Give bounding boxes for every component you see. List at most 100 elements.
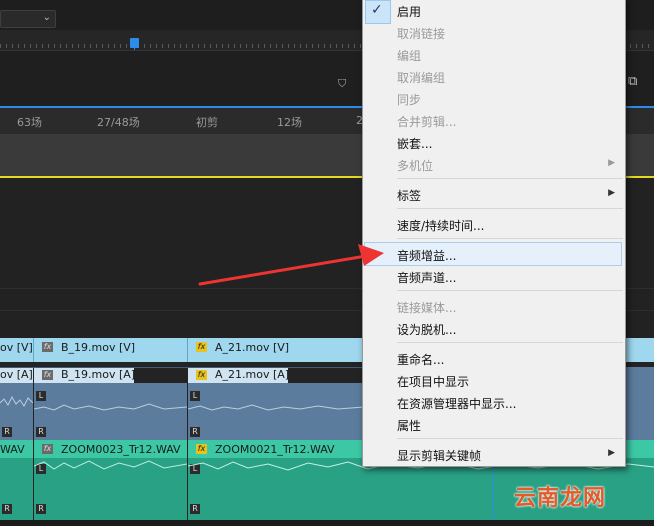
ruler-tick xyxy=(72,44,73,48)
ruler-tick xyxy=(60,44,61,48)
menu-item-make-offline[interactable]: 设为脱机... xyxy=(363,317,625,339)
menu-item-reveal-in-explorer[interactable]: 在资源管理器中显示... xyxy=(363,391,625,413)
ruler-tick xyxy=(186,44,187,48)
menu-item-label: 显示剪辑关键帧 xyxy=(397,449,482,463)
audio-clip[interactable]: L R xyxy=(34,383,187,440)
menu-item-multicam[interactable]: 多机位 ▶ xyxy=(363,153,625,175)
export-frame-icon[interactable]: ⧉ xyxy=(628,74,637,89)
wav-audio-clip[interactable]: fx ZOOM0023_Tr12.WAV L R xyxy=(34,440,187,520)
triangle-right-icon: ▶ xyxy=(608,188,615,198)
menu-item-nest[interactable]: 嵌套... xyxy=(363,131,625,153)
video-clip[interactable]: ov [V] xyxy=(0,338,34,362)
ruler-tick xyxy=(354,44,355,48)
menu-item-label-color[interactable]: 标签 ▶ xyxy=(363,183,625,205)
ruler-tick xyxy=(300,44,301,48)
video-clip[interactable]: fx B_19.mov [V] xyxy=(34,338,188,362)
triangle-right-icon: ▶ xyxy=(608,448,615,458)
ruler-tick xyxy=(336,44,337,48)
ruler-label: 63场 xyxy=(17,116,42,129)
ruler-tick xyxy=(642,44,643,48)
monitor-playhead[interactable] xyxy=(130,38,139,52)
ruler-tick xyxy=(144,44,145,48)
clip-label: ov [V] xyxy=(0,341,33,354)
channel-r-label: R xyxy=(36,427,46,437)
ruler-tick xyxy=(234,44,235,48)
timeline-scrollbar[interactable] xyxy=(0,520,654,526)
ruler-tick xyxy=(252,44,253,48)
audio-clip-header[interactable]: ov [A] xyxy=(0,367,33,383)
menu-item-reveal-in-project[interactable]: 在项目中显示 xyxy=(363,369,625,391)
ruler-tick xyxy=(66,44,67,48)
fx-badge-icon[interactable]: fx xyxy=(196,342,207,352)
ruler-tick xyxy=(282,44,283,48)
menu-item-synchronize[interactable]: 同步 xyxy=(363,87,625,109)
ruler-tick xyxy=(48,44,49,48)
ruler-label: 27/48场 xyxy=(97,116,140,129)
ruler-tick xyxy=(18,44,19,48)
menu-item-label: 取消链接 xyxy=(397,27,446,41)
ruler-tick xyxy=(648,44,649,48)
wav-audio-clip[interactable]: WAV R xyxy=(0,440,33,520)
fx-badge-icon[interactable]: fx xyxy=(42,444,53,454)
menu-item-enable[interactable]: 启用 xyxy=(363,0,625,21)
audio-clip-header[interactable]: fx A_21.mov [A] xyxy=(188,367,289,383)
video-clip[interactable] xyxy=(624,338,654,362)
menu-item-unlink[interactable]: 取消链接 xyxy=(363,21,625,43)
ruler-tick xyxy=(150,44,151,48)
audio-clip[interactable]: L R xyxy=(188,383,364,440)
menu-item-label: 取消编组 xyxy=(397,71,446,85)
clip-label: A_21.mov [V] xyxy=(215,341,290,354)
audio-waveform xyxy=(0,395,33,407)
fx-badge-icon[interactable]: fx xyxy=(42,370,53,380)
clip-label: ov [A] xyxy=(0,368,33,381)
ruler-tick xyxy=(228,44,229,48)
ruler-tick xyxy=(84,44,85,48)
clip-label: B_19.mov [V] xyxy=(61,341,136,354)
video-clip[interactable]: fx A_21.mov [V] xyxy=(188,338,365,362)
ruler-tick xyxy=(348,44,349,48)
menu-item-label: 设为脱机... xyxy=(397,323,457,337)
ruler-tick xyxy=(270,44,271,48)
channel-r-label: R xyxy=(2,427,12,437)
ruler-tick xyxy=(102,44,103,48)
menu-item-label: 速度/持续时间... xyxy=(397,219,485,233)
menu-item-properties[interactable]: 属性 xyxy=(363,413,625,435)
clip-label: ZOOM0021_Tr12.WAV xyxy=(215,443,335,456)
menu-item-audio-channels[interactable]: 音频声道... xyxy=(363,265,625,287)
menu-item-label: 链接媒体... xyxy=(397,301,457,315)
zoom-select[interactable]: ⌄ xyxy=(0,10,56,28)
audio-clip-header[interactable]: fx B_19.mov [A] xyxy=(34,367,136,383)
ruler-tick xyxy=(342,44,343,48)
menu-item-show-clip-keyframes[interactable]: 显示剪辑关键帧 ▶ xyxy=(363,443,625,465)
channel-r-label: R xyxy=(36,504,46,514)
ruler-tick xyxy=(6,44,7,48)
marker-icon[interactable]: ⛉ xyxy=(338,77,346,91)
ruler-tick xyxy=(216,44,217,48)
ruler-tick xyxy=(156,44,157,48)
menu-item-label: 多机位 xyxy=(397,159,434,173)
fx-badge-icon[interactable]: fx xyxy=(42,342,53,352)
menu-item-link-media[interactable]: 链接媒体... xyxy=(363,295,625,317)
clip-label: B_19.mov [A] xyxy=(61,368,136,381)
menu-item-ungroup[interactable]: 取消编组 xyxy=(363,65,625,87)
menu-item-speed-duration[interactable]: 速度/持续时间... xyxy=(363,213,625,235)
menu-item-audio-gain[interactable]: 音频增益... xyxy=(364,242,622,266)
menu-item-merge-clips[interactable]: 合并剪辑... xyxy=(363,109,625,131)
audio-clip[interactable] xyxy=(624,367,654,440)
menu-item-rename[interactable]: 重命名... xyxy=(363,347,625,369)
menu-separator xyxy=(397,238,623,239)
ruler-tick xyxy=(78,44,79,48)
ruler-tick xyxy=(210,44,211,48)
ruler-tick xyxy=(180,44,181,48)
fx-badge-icon[interactable]: fx xyxy=(196,370,207,380)
triangle-right-icon: ▶ xyxy=(608,158,615,168)
fx-badge-icon[interactable]: fx xyxy=(196,444,207,454)
ruler-tick xyxy=(636,44,637,48)
ruler-tick xyxy=(42,44,43,48)
audio-clip[interactable]: R xyxy=(0,383,33,440)
ruler-tick xyxy=(288,44,289,48)
clip-context-menu: ✓ 启用 取消链接 编组 取消编组 同步 合并剪辑... 嵌套... 多机位 ▶ … xyxy=(362,0,626,467)
menu-item-group[interactable]: 编组 xyxy=(363,43,625,65)
ruler-tick xyxy=(222,44,223,48)
menu-item-label: 重命名... xyxy=(397,353,445,367)
